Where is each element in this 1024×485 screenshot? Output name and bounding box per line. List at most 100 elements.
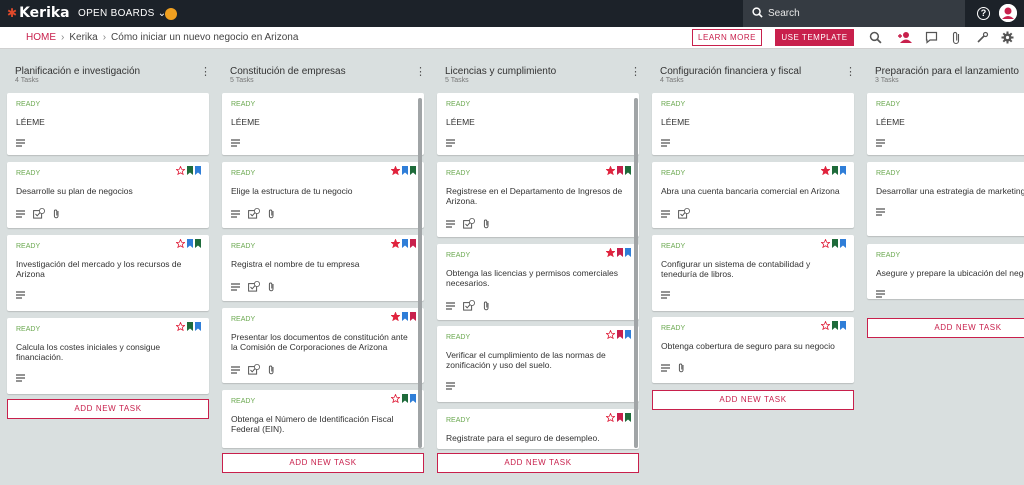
- flag-icon[interactable]: [625, 248, 631, 257]
- flag-icon[interactable]: [187, 322, 193, 331]
- task-card[interactable]: READY Abra una cuenta bancaria comercial…: [652, 162, 854, 228]
- flag-icon[interactable]: [195, 239, 201, 248]
- task-card[interactable]: READY Registra el nombre de tu empresa: [222, 235, 424, 301]
- flag-icon[interactable]: [625, 413, 631, 422]
- star-icon[interactable]: [176, 166, 185, 175]
- star-icon[interactable]: [606, 248, 615, 257]
- chat-icon[interactable]: [925, 31, 938, 44]
- task-card[interactable]: READY Configurar un sistema de contabili…: [652, 235, 854, 311]
- column-menu-icon[interactable]: ⋮: [845, 65, 856, 78]
- star-icon[interactable]: [821, 166, 830, 175]
- flag-icon[interactable]: [840, 239, 846, 248]
- use-template-button[interactable]: USE TEMPLATE: [775, 29, 854, 46]
- add-new-task-button[interactable]: ADD NEW TASK: [652, 390, 854, 410]
- column-title[interactable]: Planificación e investigación: [15, 66, 140, 77]
- task-card[interactable]: READY Elige la estructura de tu negocio: [222, 162, 424, 228]
- column-menu-icon[interactable]: ⋮: [415, 65, 426, 78]
- task-card[interactable]: READY LÉEME: [867, 93, 1024, 155]
- flag-icon[interactable]: [402, 394, 408, 403]
- flag-icon[interactable]: [832, 166, 838, 175]
- task-card[interactable]: READY Desarrolle su plan de negocios: [7, 162, 209, 228]
- flag-icon[interactable]: [832, 239, 838, 248]
- task-card[interactable]: READY LÉEME: [222, 93, 424, 155]
- attachment-icon[interactable]: [951, 31, 962, 45]
- flag-icon[interactable]: [840, 321, 846, 330]
- star-icon[interactable]: [176, 239, 185, 248]
- flag-icon[interactable]: [617, 248, 623, 257]
- flag-icon[interactable]: [617, 166, 623, 175]
- star-icon[interactable]: [606, 330, 615, 339]
- flag-icon[interactable]: [410, 239, 416, 248]
- star-icon[interactable]: [391, 312, 400, 321]
- search-box[interactable]: Search: [743, 0, 965, 27]
- add-person-icon[interactable]: [897, 31, 912, 44]
- column-menu-icon[interactable]: ⋮: [630, 65, 641, 78]
- star-icon[interactable]: [821, 239, 830, 248]
- flag-icon[interactable]: [410, 166, 416, 175]
- open-boards-menu[interactable]: OPEN BOARDS ⌄: [78, 8, 166, 19]
- card-title: LÉEME: [16, 117, 45, 127]
- flag-icon[interactable]: [402, 166, 408, 175]
- kerika-logo[interactable]: ✱ Kerika: [7, 5, 70, 21]
- flag-icon[interactable]: [187, 166, 193, 175]
- task-card[interactable]: READY Presentar los documentos de consti…: [222, 308, 424, 383]
- star-icon[interactable]: [606, 413, 615, 422]
- task-card[interactable]: READY Obtenga cobertura de seguro para s…: [652, 317, 854, 383]
- flag-icon[interactable]: [402, 239, 408, 248]
- add-new-task-button[interactable]: ADD NEW TASK: [7, 399, 209, 419]
- help-icon[interactable]: ?: [977, 7, 990, 20]
- card-status: READY: [661, 325, 686, 332]
- flag-icon[interactable]: [187, 239, 193, 248]
- task-card[interactable]: READY Obtenga las licencias y permisos c…: [437, 244, 639, 320]
- card-title: Asegure y prepare la ubicación del negoc…: [876, 268, 1024, 278]
- add-new-task-button[interactable]: ADD NEW TASK: [867, 318, 1024, 338]
- flag-icon[interactable]: [410, 394, 416, 403]
- learn-more-button[interactable]: LEARN MORE: [692, 29, 762, 46]
- breadcrumb-org[interactable]: Kerika: [69, 32, 97, 43]
- star-icon[interactable]: [391, 239, 400, 248]
- star-icon[interactable]: [821, 321, 830, 330]
- search-board-icon[interactable]: [869, 31, 882, 44]
- flag-icon[interactable]: [617, 413, 623, 422]
- task-card[interactable]: READY Registrate para el seguro de desem…: [437, 409, 639, 449]
- org-badge-icon[interactable]: [165, 8, 177, 20]
- column-scrollbar[interactable]: [634, 98, 638, 448]
- column-title[interactable]: Preparación para el lanzamiento: [875, 66, 1019, 77]
- flag-icon[interactable]: [617, 330, 623, 339]
- avatar[interactable]: [999, 4, 1017, 22]
- card-icons: [16, 374, 25, 382]
- task-card[interactable]: READY Calcula los costes iniciales y con…: [7, 318, 209, 394]
- task-card[interactable]: READY Desarrollar una estrategia de mark…: [867, 162, 1024, 236]
- flag-icon[interactable]: [832, 321, 838, 330]
- task-card[interactable]: READY LÉEME: [437, 93, 639, 155]
- column-menu-icon[interactable]: ⋮: [200, 65, 211, 78]
- star-icon[interactable]: [391, 394, 400, 403]
- flag-icon[interactable]: [195, 166, 201, 175]
- column-title[interactable]: Constitución de empresas: [230, 66, 346, 77]
- flag-icon[interactable]: [410, 312, 416, 321]
- column-title[interactable]: Configuración financiera y fiscal: [660, 66, 801, 77]
- flag-icon[interactable]: [195, 322, 201, 331]
- task-card[interactable]: READY Asegure y prepare la ubicación del…: [867, 244, 1024, 299]
- flag-icon[interactable]: [625, 166, 631, 175]
- star-icon[interactable]: [176, 322, 185, 331]
- card-status: READY: [446, 101, 471, 108]
- task-card[interactable]: READY LÉEME: [652, 93, 854, 155]
- star-icon[interactable]: [606, 166, 615, 175]
- flag-icon[interactable]: [402, 312, 408, 321]
- flag-icon[interactable]: [625, 330, 631, 339]
- add-new-task-button[interactable]: ADD NEW TASK: [437, 453, 639, 473]
- task-card[interactable]: READY LÉEME: [7, 93, 209, 155]
- breadcrumb-home[interactable]: HOME: [26, 32, 56, 43]
- tag-icon[interactable]: [976, 31, 989, 44]
- add-new-task-button[interactable]: ADD NEW TASK: [222, 453, 424, 473]
- task-card[interactable]: READY Obtenga el Número de Identificació…: [222, 390, 424, 448]
- flag-icon[interactable]: [840, 166, 846, 175]
- settings-icon[interactable]: [1001, 31, 1014, 44]
- star-icon[interactable]: [391, 166, 400, 175]
- task-card[interactable]: READY Verificar el cumplimiento de las n…: [437, 326, 639, 402]
- task-card[interactable]: READY Investigación del mercado y los re…: [7, 235, 209, 311]
- column-title[interactable]: Licencias y cumplimiento: [445, 66, 556, 77]
- task-card[interactable]: READY Registrese en el Departamento de I…: [437, 162, 639, 237]
- column-scrollbar[interactable]: [418, 98, 422, 448]
